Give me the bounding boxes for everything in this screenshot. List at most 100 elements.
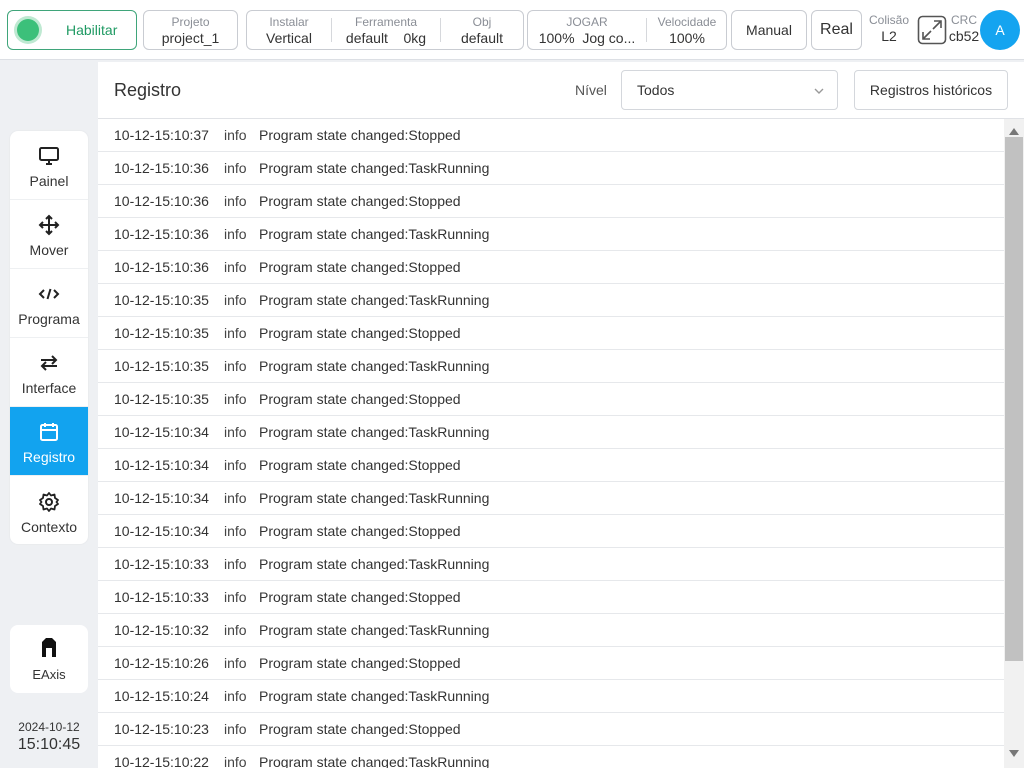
collision-caption: Colisão (868, 13, 910, 27)
log-scrollbar[interactable] (1004, 119, 1024, 768)
log-timestamp: 10-12-15:10:32 (114, 622, 209, 638)
log-timestamp: 10-12-15:10:36 (114, 259, 209, 275)
project-selector[interactable]: Projeto project_1 (143, 10, 238, 50)
log-row: 10-12-15:10:36 info Program state changed:… (98, 251, 1004, 284)
log-message: Program state changed:Stopped (259, 325, 461, 341)
log-message: Program state changed:Stopped (259, 259, 461, 275)
sidebar-item-label: Painel (29, 173, 69, 189)
log-message: Program state changed:Stopped (259, 391, 461, 407)
page-title: Registro (114, 80, 182, 100)
log-message: Program state changed:TaskRunning (259, 358, 490, 374)
expand-icon[interactable] (917, 15, 947, 45)
level-filter-select[interactable]: Todos (621, 70, 838, 110)
swap-arrows-icon (38, 352, 60, 374)
scrollbar-thumb[interactable] (1005, 137, 1023, 661)
log-timestamp: 10-12-15:10:33 (114, 589, 209, 605)
manual-mode-button[interactable]: Manual (731, 10, 807, 50)
move-arrows-icon (38, 214, 60, 236)
obj-caption: Obj (472, 15, 492, 29)
jog-value: 100% Jog co... (538, 30, 636, 46)
monitor-icon (38, 145, 60, 167)
log-timestamp: 10-12-15:10:22 (114, 754, 209, 768)
clock-date: 2024-10-12 (18, 720, 80, 734)
system-clock: 2024-10-12 15:10:45 (10, 720, 88, 754)
log-level: info (224, 325, 247, 341)
log-message: Program state changed:Stopped (259, 127, 461, 143)
log-row: 10-12-15:10:33 info Program state changed:… (98, 581, 1004, 614)
sidebar-item-registro[interactable]: Registro (10, 407, 88, 476)
speed-value: 100% (669, 30, 705, 46)
log-level: info (224, 226, 247, 242)
install-caption: Instalar (269, 15, 309, 29)
log-timestamp: 10-12-15:10:35 (114, 325, 209, 341)
project-caption: Projeto (171, 15, 210, 29)
log-level: info (224, 391, 247, 407)
log-level: info (224, 622, 247, 638)
log-row: 10-12-15:10:35 info Program state changed:… (98, 350, 1004, 383)
sidebar-item-interface[interactable]: Interface (10, 338, 88, 407)
sidebar-item-programa[interactable]: Programa (10, 269, 88, 338)
log-timestamp: 10-12-15:10:36 (114, 160, 209, 176)
log-row: 10-12-15:10:34 info Program state changed:… (98, 482, 1004, 515)
log-timestamp: 10-12-15:10:37 (114, 127, 209, 143)
log-level: info (224, 523, 247, 539)
log-level: info (224, 358, 247, 374)
log-timestamp: 10-12-15:10:36 (114, 193, 209, 209)
chevron-down-icon (813, 84, 825, 100)
sidebar-nav: Painel Mover Programa Interface Registro… (10, 131, 88, 544)
crc-caption: CRC (951, 13, 977, 27)
log-message: Program state changed:Stopped (259, 721, 461, 737)
collision-value: L2 (881, 28, 897, 44)
log-message: Program state changed:TaskRunning (259, 622, 490, 638)
log-list[interactable]: 10-12-15:10:37 info Program state changed:… (98, 119, 1004, 768)
enable-label: Habilitar (66, 22, 118, 38)
sidebar-item-label: Registro (22, 449, 76, 465)
log-level: info (224, 688, 247, 704)
log-row: 10-12-15:10:23 info Program state changed:… (98, 713, 1004, 746)
log-message: Program state changed:TaskRunning (259, 424, 490, 440)
scroll-down-icon[interactable] (1008, 746, 1020, 764)
sidebar-item-painel[interactable]: Painel (10, 131, 88, 200)
log-row: 10-12-15:10:36 info Program state changed:… (98, 185, 1004, 218)
log-message: Program state changed:Stopped (259, 589, 461, 605)
jog-speed-group[interactable]: JOGAR 100% Jog co... Velocidade 100% (527, 10, 727, 50)
sidebar-item-label: Programa (18, 311, 80, 327)
jog-caption: JOGAR (566, 15, 608, 29)
top-bar: Habilitar Projeto project_1 Instalar Ver… (0, 0, 1024, 60)
log-row: 10-12-15:10:36 info Program state changed:… (98, 152, 1004, 185)
log-message: Program state changed:Stopped (259, 523, 461, 539)
level-filter-value: Todos (637, 82, 675, 98)
history-logs-button[interactable]: Registros históricos (854, 70, 1008, 110)
log-row: 10-12-15:10:35 info Program state changed:… (98, 284, 1004, 317)
real-mode-button[interactable]: Real (811, 10, 862, 50)
enable-status-icon (17, 19, 39, 41)
log-row: 10-12-15:10:34 info Program state changed:… (98, 449, 1004, 482)
install-value: Vertical (266, 30, 312, 46)
eaxis-label: EAxis (32, 667, 66, 682)
log-timestamp: 10-12-15:10:26 (114, 655, 209, 671)
install-tool-obj-group[interactable]: Instalar Vertical Ferramenta default 0kg… (246, 10, 524, 50)
log-timestamp: 10-12-15:10:33 (114, 556, 209, 572)
log-row: 10-12-15:10:34 info Program state changed:… (98, 515, 1004, 548)
speed-caption: Velocidade (657, 15, 717, 29)
project-value: project_1 (161, 30, 220, 46)
eaxis-button[interactable]: EAxis (10, 625, 88, 693)
collision-status[interactable]: Colisão L2 (867, 13, 911, 45)
jog-mode: Jog co... (582, 30, 636, 46)
sidebar-item-contexto[interactable]: Contexto (10, 476, 88, 544)
log-level: info (224, 556, 247, 572)
enable-button[interactable]: Habilitar (7, 10, 137, 50)
log-row: 10-12-15:10:33 info Program state changed:… (98, 548, 1004, 581)
log-level: info (224, 160, 247, 176)
log-timestamp: 10-12-15:10:23 (114, 721, 209, 737)
sidebar-item-label: Contexto (20, 518, 78, 535)
gear-icon (38, 491, 60, 513)
user-avatar[interactable]: A (980, 10, 1020, 50)
log-row: 10-12-15:10:35 info Program state changed:… (98, 383, 1004, 416)
log-level: info (224, 259, 247, 275)
log-row: 10-12-15:10:26 info Program state changed:… (98, 647, 1004, 680)
log-timestamp: 10-12-15:10:35 (114, 391, 209, 407)
log-level: info (224, 721, 247, 737)
log-message: Program state changed:TaskRunning (259, 160, 490, 176)
sidebar-item-mover[interactable]: Mover (10, 200, 88, 269)
